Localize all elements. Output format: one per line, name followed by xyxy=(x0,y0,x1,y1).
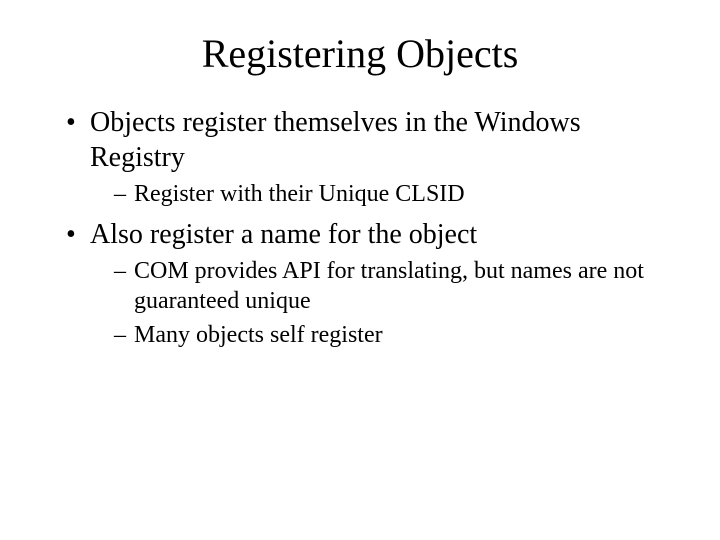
bullet-item: Also register a name for the object COM … xyxy=(66,217,672,350)
sub-bullet-item: Register with their Unique CLSID xyxy=(114,179,672,209)
sub-bullet-list: COM provides API for translating, but na… xyxy=(114,256,672,350)
sub-bullet-text: Many objects self register xyxy=(134,322,383,348)
sub-bullet-text: COM provides API for translating, but na… xyxy=(134,258,644,314)
bullet-list: Objects register themselves in the Windo… xyxy=(66,105,672,350)
sub-bullet-item: COM provides API for translating, but na… xyxy=(114,256,672,316)
bullet-text: Also register a name for the object xyxy=(90,219,477,250)
sub-bullet-text: Register with their Unique CLSID xyxy=(134,181,465,207)
sub-bullet-list: Register with their Unique CLSID xyxy=(114,179,672,209)
slide-title: Registering Objects xyxy=(48,30,672,77)
sub-bullet-item: Many objects self register xyxy=(114,320,672,350)
bullet-text: Objects register themselves in the Windo… xyxy=(90,107,581,173)
slide: Registering Objects Objects register the… xyxy=(0,0,720,540)
bullet-item: Objects register themselves in the Windo… xyxy=(66,105,672,209)
